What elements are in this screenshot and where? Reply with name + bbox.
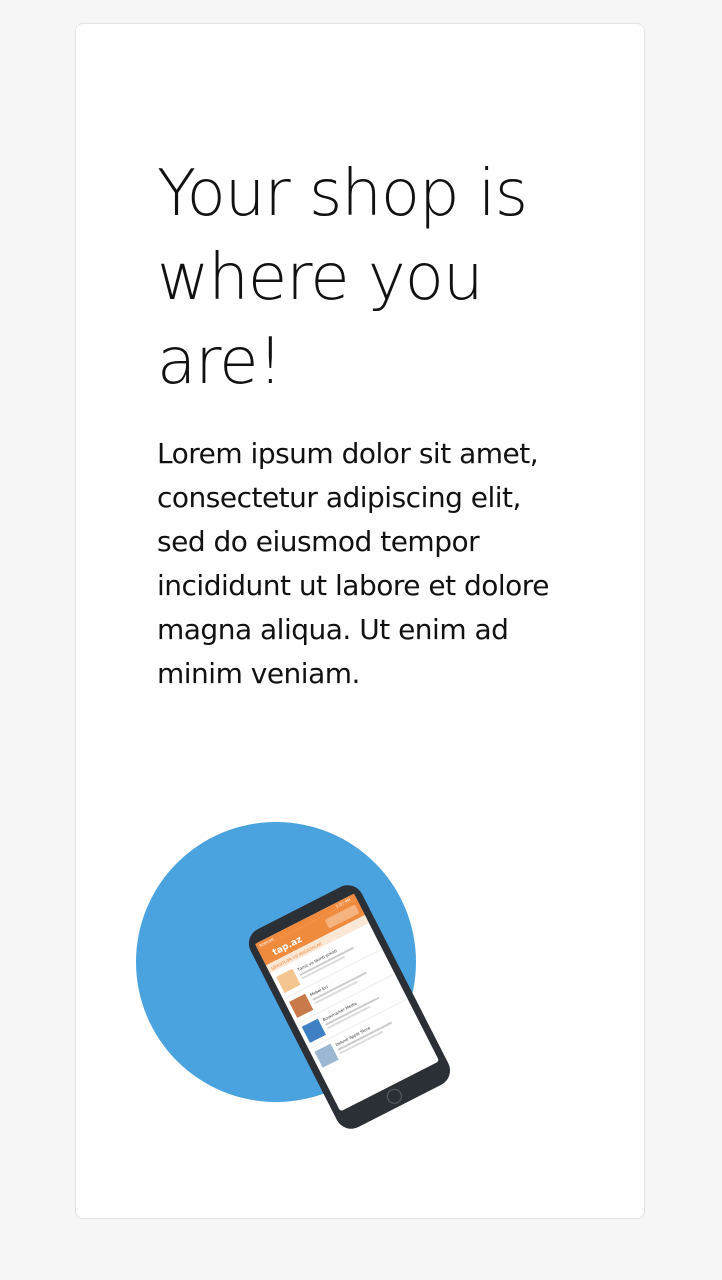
- phone-illustration: Azercell 5:07 PM tap.az ŞİRKƏTLƏR VƏ MAĞ…: [136, 822, 451, 1129]
- feature-card: Your shop is where you are! Lorem ipsum …: [75, 23, 645, 1219]
- hero-title: Your shop is where you are!: [157, 157, 528, 399]
- hero-description: Lorem ipsum dolor sit amet, consectetur …: [157, 437, 549, 690]
